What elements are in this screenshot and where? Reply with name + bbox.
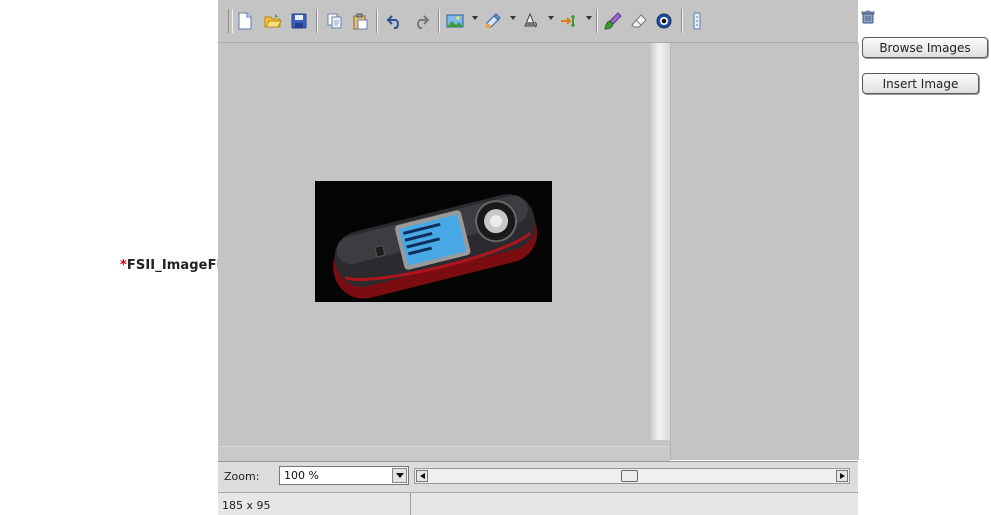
zoom-bar: Zoom: 100 % — [218, 461, 858, 492]
editor-side-panel — [670, 43, 859, 460]
info-divider — [410, 493, 411, 515]
toolbar-separator — [376, 9, 378, 33]
editor-toolbar — [218, 0, 858, 43]
fill-bucket-icon[interactable] — [520, 10, 542, 32]
copy-icon[interactable] — [324, 10, 346, 32]
resize-dropdown-arrow[interactable] — [586, 16, 592, 20]
zoom-select[interactable]: 100 % — [279, 466, 409, 485]
resize-arrows-icon[interactable] — [558, 10, 580, 32]
canvas-vertical-scroll-track[interactable] — [651, 43, 670, 440]
red-eye-icon[interactable] — [653, 10, 675, 32]
save-icon[interactable] — [288, 10, 310, 32]
trash-icon[interactable] — [861, 9, 875, 24]
toolbar-separator — [438, 9, 440, 33]
more-options-icon[interactable] — [686, 10, 708, 32]
zoom-label: Zoom: — [224, 470, 260, 483]
canvas-bottom-edge — [218, 446, 670, 461]
color-picker-dropdown-arrow[interactable] — [510, 16, 516, 20]
toolbar-grip[interactable] — [228, 9, 233, 33]
toolbar-separator — [316, 9, 318, 33]
paste-icon[interactable] — [349, 10, 371, 32]
chevron-down-icon[interactable] — [392, 468, 407, 483]
zoom-slider-thumb[interactable] — [621, 470, 638, 482]
undo-icon[interactable] — [384, 10, 406, 32]
zoom-value: 100 % — [284, 469, 319, 482]
brush-icon[interactable] — [602, 10, 624, 32]
color-picker-icon[interactable] — [482, 10, 504, 32]
uploaded-image-mp3-player — [315, 181, 552, 302]
image-editor: Zoom: 100 % 185 x 95 — [218, 0, 859, 515]
zoom-scrollbar[interactable] — [414, 468, 850, 484]
insert-image-icon[interactable] — [444, 10, 466, 32]
open-folder-icon[interactable] — [262, 10, 284, 32]
scroll-left-button[interactable] — [416, 470, 428, 482]
browse-images-button[interactable]: Browse Images — [862, 37, 988, 58]
insert-image-button[interactable]: Insert Image — [862, 73, 979, 94]
eraser-icon[interactable] — [628, 10, 650, 32]
fill-bucket-dropdown-arrow[interactable] — [548, 16, 554, 20]
toolbar-separator — [596, 9, 598, 33]
image-canvas[interactable] — [218, 43, 670, 446]
image-info-bar: 185 x 95 — [218, 492, 858, 515]
redo-icon[interactable] — [410, 10, 432, 32]
image-dimensions: 185 x 95 — [222, 499, 271, 512]
new-document-icon[interactable] — [234, 10, 256, 32]
required-marker: * — [120, 258, 127, 273]
insert-image-dropdown-arrow[interactable] — [472, 16, 478, 20]
toolbar-separator — [681, 9, 683, 33]
scroll-right-button[interactable] — [836, 470, 848, 482]
